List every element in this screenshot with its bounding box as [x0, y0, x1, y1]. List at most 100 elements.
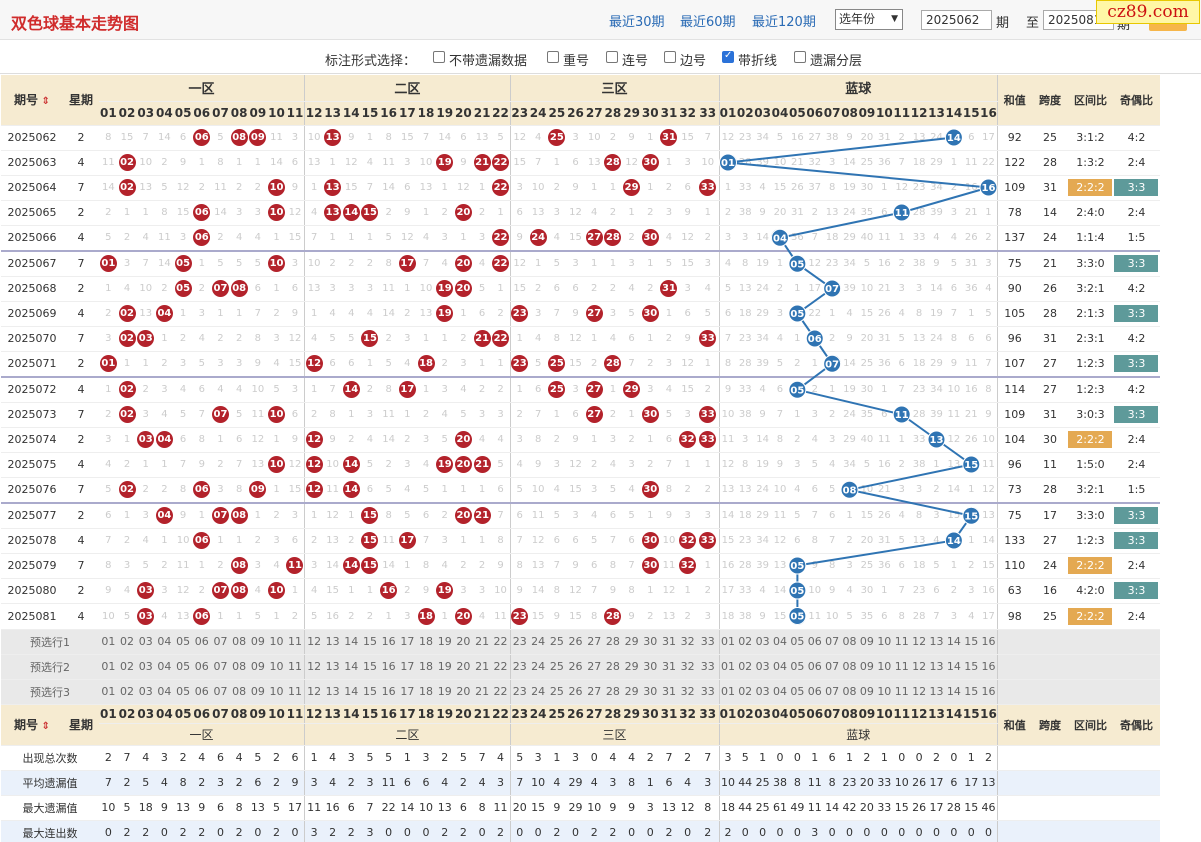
option-checkbox[interactable] — [794, 51, 806, 63]
preselect-blue-number[interactable]: 11 — [893, 629, 911, 655]
preselect-blue-number[interactable]: 09 — [858, 629, 876, 655]
preselect-blue-number[interactable]: 12 — [910, 679, 928, 705]
preselect-red-number[interactable]: 22 — [491, 629, 511, 655]
preselect-red-number[interactable]: 10 — [267, 654, 286, 680]
preselect-blue-number[interactable]: 04 — [771, 679, 789, 705]
preselect-red-number[interactable]: 31 — [659, 654, 679, 680]
preselect-red-number[interactable]: 21 — [472, 679, 492, 705]
preselect-red-number[interactable]: 18 — [416, 654, 436, 680]
preselect-red-number[interactable]: 28 — [603, 679, 623, 705]
preselect-blue-number[interactable]: 06 — [806, 654, 824, 680]
preselect-red-number[interactable]: 01 — [99, 629, 118, 655]
preselect-red-number[interactable]: 15 — [360, 679, 380, 705]
preselect-blue-number[interactable]: 07 — [823, 629, 841, 655]
preselect-red-number[interactable]: 24 — [528, 679, 548, 705]
preselect-red-number[interactable]: 24 — [528, 629, 548, 655]
preselect-red-number[interactable]: 21 — [472, 629, 492, 655]
preselect-red-number[interactable]: 04 — [155, 629, 174, 655]
preselect-blue-number[interactable]: 01 — [719, 679, 737, 705]
preselect-red-number[interactable]: 30 — [640, 629, 660, 655]
preselect-red-number[interactable]: 03 — [136, 629, 156, 655]
preselect-red-number[interactable]: 15 — [360, 629, 380, 655]
option-checkbox[interactable] — [664, 51, 676, 63]
preselect-red-number[interactable]: 12 — [304, 679, 324, 705]
preselect-red-number[interactable]: 09 — [248, 629, 268, 655]
preselect-red-number[interactable]: 13 — [323, 679, 342, 705]
preselect-red-number[interactable]: 07 — [211, 679, 230, 705]
preselect-red-number[interactable]: 33 — [697, 679, 720, 705]
preselect-blue-number[interactable]: 03 — [753, 629, 772, 655]
preselect-blue-number[interactable]: 02 — [736, 629, 754, 655]
preselect-red-number[interactable]: 14 — [341, 629, 361, 655]
preselect-red-number[interactable]: 02 — [117, 629, 137, 655]
preselect-red-number[interactable]: 29 — [622, 654, 641, 680]
preselect-blue-number[interactable]: 16 — [979, 629, 998, 655]
preselect-blue-number[interactable]: 07 — [823, 679, 841, 705]
preselect-red-number[interactable]: 09 — [248, 679, 268, 705]
option-checkbox[interactable] — [547, 51, 559, 63]
preselect-blue-number[interactable]: 05 — [788, 629, 807, 655]
preselect-red-number[interactable]: 11 — [285, 629, 306, 655]
preselect-red-number[interactable]: 33 — [697, 629, 720, 655]
preselect-red-number[interactable]: 15 — [360, 654, 380, 680]
preselect-red-number[interactable]: 25 — [547, 629, 567, 655]
preselect-red-number[interactable]: 05 — [173, 629, 193, 655]
preselect-red-number[interactable]: 08 — [229, 654, 249, 680]
from-period-input[interactable]: 2025062 — [921, 10, 992, 30]
preselect-red-number[interactable]: 30 — [640, 654, 660, 680]
preselect-red-number[interactable]: 23 — [510, 679, 529, 705]
preselect-red-number[interactable]: 13 — [323, 654, 342, 680]
preselect-red-number[interactable]: 13 — [323, 629, 342, 655]
preselect-blue-number[interactable]: 09 — [858, 679, 876, 705]
issue-header[interactable]: 期号 ⇕ — [1, 75, 63, 126]
preselect-blue-number[interactable]: 05 — [788, 654, 807, 680]
preselect-red-number[interactable]: 32 — [678, 679, 697, 705]
preselect-blue-number[interactable]: 14 — [945, 629, 963, 655]
preselect-red-number[interactable]: 14 — [341, 679, 361, 705]
sort-icon[interactable]: ⇕ — [38, 96, 50, 107]
preselect-blue-number[interactable]: 11 — [893, 654, 911, 680]
preselect-red-number[interactable]: 31 — [659, 629, 679, 655]
preselect-red-number[interactable]: 06 — [192, 629, 212, 655]
option-checkbox[interactable] — [433, 51, 445, 63]
preselect-red-number[interactable]: 17 — [398, 679, 417, 705]
preselect-blue-number[interactable]: 02 — [736, 679, 754, 705]
preselect-blue-number[interactable]: 15 — [962, 654, 980, 680]
preselect-blue-number[interactable]: 10 — [875, 679, 894, 705]
preselect-red-number[interactable]: 07 — [211, 654, 230, 680]
preselect-blue-number[interactable]: 05 — [788, 679, 807, 705]
preselect-blue-number[interactable]: 04 — [771, 629, 789, 655]
preselect-blue-number[interactable]: 03 — [753, 679, 772, 705]
option-checkbox[interactable] — [722, 50, 734, 63]
preselect-blue-number[interactable]: 13 — [927, 629, 946, 655]
preselect-blue-number[interactable]: 14 — [945, 679, 963, 705]
preselect-blue-number[interactable]: 01 — [719, 629, 737, 655]
option-checkbox[interactable] — [606, 51, 618, 63]
preselect-red-number[interactable]: 14 — [341, 654, 361, 680]
preselect-red-number[interactable]: 27 — [584, 679, 604, 705]
preselect-blue-number[interactable]: 07 — [823, 654, 841, 680]
preselect-red-number[interactable]: 05 — [173, 654, 193, 680]
preselect-red-number[interactable]: 23 — [510, 654, 529, 680]
preselect-red-number[interactable]: 10 — [267, 629, 286, 655]
preselect-blue-number[interactable]: 02 — [736, 654, 754, 680]
preselect-red-number[interactable]: 19 — [435, 629, 455, 655]
preselect-red-number[interactable]: 32 — [678, 629, 697, 655]
preselect-blue-number[interactable]: 08 — [840, 679, 859, 705]
sort-icon[interactable]: ⇕ — [38, 721, 50, 732]
preselect-red-number[interactable]: 26 — [566, 679, 585, 705]
preselect-red-number[interactable]: 18 — [416, 629, 436, 655]
preselect-red-number[interactable]: 02 — [117, 654, 137, 680]
preselect-red-number[interactable]: 20 — [454, 629, 473, 655]
preselect-blue-number[interactable]: 16 — [979, 654, 998, 680]
preselect-red-number[interactable]: 03 — [136, 679, 156, 705]
preselect-red-number[interactable]: 27 — [584, 629, 604, 655]
preselect-red-number[interactable]: 16 — [379, 654, 398, 680]
preselect-red-number[interactable]: 21 — [472, 654, 492, 680]
preselect-red-number[interactable]: 12 — [304, 654, 324, 680]
preselect-red-number[interactable]: 18 — [416, 679, 436, 705]
preselect-red-number[interactable]: 22 — [491, 679, 511, 705]
preselect-red-number[interactable]: 32 — [678, 654, 697, 680]
recent-120-link[interactable]: 最近120期 — [752, 11, 816, 30]
preselect-blue-number[interactable]: 12 — [910, 629, 928, 655]
